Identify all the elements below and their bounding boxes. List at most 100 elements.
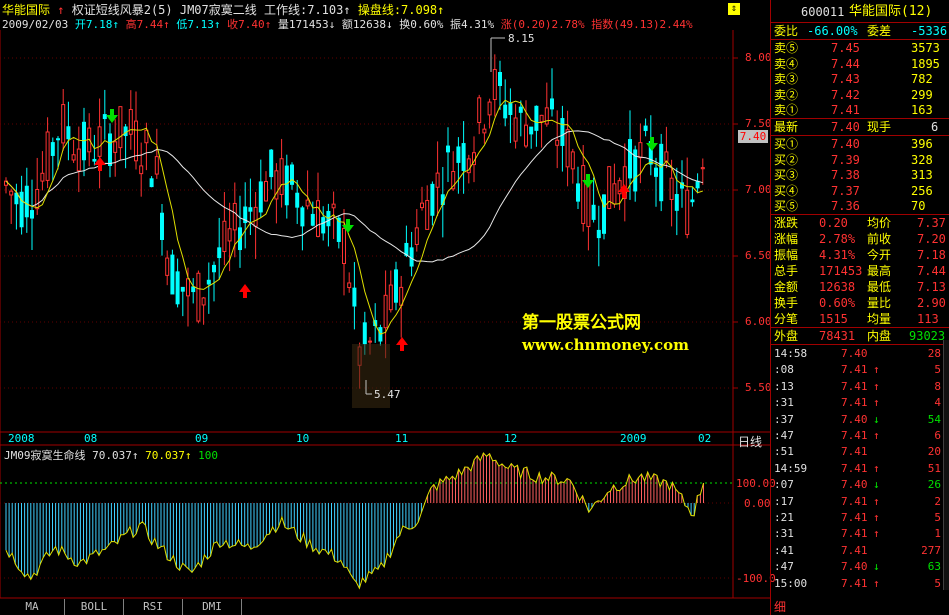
candle-body xyxy=(383,294,388,329)
tick-arrow-icon: ↑ xyxy=(873,576,880,590)
tab-dmi[interactable]: DMI xyxy=(183,599,242,615)
stat-value: 7.37 xyxy=(917,216,946,230)
tick-price: 7.41 xyxy=(841,429,868,442)
candle-body xyxy=(316,200,320,237)
bid-label: 买③ xyxy=(774,168,799,183)
tab-rsi[interactable]: RSI xyxy=(124,599,183,615)
ask-price: 7.45 xyxy=(831,41,860,55)
ask-row[interactable]: 卖① 7.41 163 xyxy=(771,102,949,118)
ask-price: 7.43 xyxy=(831,72,860,87)
candle-body xyxy=(66,126,71,140)
candle-body xyxy=(430,183,435,216)
bid-volume: 396 xyxy=(911,137,933,151)
bid-row[interactable]: 买⑤ 7.36 70 xyxy=(771,198,949,214)
tick-time: :13 xyxy=(774,379,794,393)
tick-price: 7.41 xyxy=(841,494,868,508)
tick-row: :41 7.41 277 xyxy=(771,543,949,559)
tab-ma[interactable]: MA xyxy=(0,599,65,615)
stat-value: 4.31% xyxy=(819,248,856,262)
candle-body xyxy=(160,212,164,240)
stat-row: 振幅 4.31% 今开 7.18 xyxy=(771,247,949,263)
tick-row: :47 7.40 ↓ 63 xyxy=(771,559,949,575)
tick-row: :07 7.40 ↓ 26 xyxy=(771,477,949,493)
ask-row[interactable]: 卖③ 7.43 782 xyxy=(771,71,949,87)
price-tick-550: 5.50 xyxy=(745,381,772,394)
candle-body xyxy=(596,229,601,239)
candle-body xyxy=(56,138,60,141)
period-label[interactable]: 日线 xyxy=(738,433,762,450)
candle-body xyxy=(154,156,159,175)
ask-label: 卖③ xyxy=(774,72,799,87)
tick-volume: 20 xyxy=(927,445,941,459)
buy-signal-arrow-icon xyxy=(396,337,408,351)
tick-row: :17 7.41 ↑ 2 xyxy=(771,494,949,510)
ask-row[interactable]: 卖④ 7.44 1895 xyxy=(771,56,949,72)
time-tick: 08 xyxy=(84,432,98,445)
candle-body xyxy=(503,104,508,119)
stat-value: 171453 xyxy=(819,264,863,278)
ask-label: 卖⑤ xyxy=(774,41,799,55)
sub-indicator-title[interactable]: JM09寂寞生命线 xyxy=(4,449,86,462)
candle-body xyxy=(612,183,617,205)
sub-indicator-v1: 70.037↑ xyxy=(92,449,139,462)
candle-body xyxy=(45,131,50,181)
tick-volume: 5 xyxy=(934,576,941,590)
quote-title-row: 600011 华能国际(12) xyxy=(771,4,949,20)
tick-arrow-icon: ↑ xyxy=(873,461,880,475)
tick-arrow-icon: ↑ xyxy=(873,527,880,541)
candle-body xyxy=(180,286,185,292)
tick-volume: 26 xyxy=(927,478,941,492)
tick-scrollbar[interactable] xyxy=(943,340,949,590)
candle-body xyxy=(206,279,211,285)
stat-value: 7.44 xyxy=(917,264,946,278)
chart-area[interactable]: 华能国际 ↑ 权证短线风暴2(5) JM07寂寞二线 工作线:7.103↑ 操盘… xyxy=(0,0,776,615)
stat-label: 金额 xyxy=(774,280,799,294)
kline-chart[interactable]: 8.15 5.47 xyxy=(0,0,770,615)
price-tick-600: 6.00 xyxy=(745,315,772,328)
candle-body xyxy=(456,146,461,163)
stat-value: 0.60% xyxy=(819,296,856,310)
stat-value: 1515 xyxy=(819,312,848,326)
tick-price: 7.41 xyxy=(841,396,868,410)
stat-value: 113 xyxy=(917,312,939,326)
bid-row[interactable]: 买① 7.40 396 xyxy=(771,136,949,152)
stat-label: 最高 xyxy=(867,264,892,278)
time-tick: 2008 xyxy=(8,432,35,445)
tick-time: :37 xyxy=(774,412,794,426)
candle-body xyxy=(550,98,554,110)
latest-row: 最新 7.40 现手 6 xyxy=(774,120,939,134)
ask-row[interactable]: 卖⑤ 7.45 3573 xyxy=(771,40,949,56)
high-annotation: 8.15 xyxy=(508,32,535,45)
bid-volume: 313 xyxy=(911,168,933,183)
tick-row: 15:00 7.41 ↑ 5 xyxy=(771,576,949,592)
tick-time: :31 xyxy=(774,396,794,410)
stat-label: 换手 xyxy=(774,296,799,310)
tick-volume: 277 xyxy=(921,543,941,557)
candle-body xyxy=(331,203,336,209)
candle-body xyxy=(576,183,580,202)
candle-body xyxy=(565,129,570,168)
candle-body xyxy=(414,227,419,245)
bid-volume: 328 xyxy=(911,152,933,167)
tab-boll[interactable]: BOLL xyxy=(65,599,124,615)
candle-body xyxy=(638,142,643,159)
tick-volume: 4 xyxy=(934,396,941,410)
stat-label: 均价 xyxy=(867,216,892,230)
tick-volume: 5 xyxy=(934,511,941,524)
candle-body xyxy=(113,141,118,153)
stat-row: 金额 12638 最低 7.13 xyxy=(771,279,949,295)
candle-body xyxy=(518,106,523,113)
ask-price: 7.42 xyxy=(831,87,860,102)
detail-tab[interactable]: 细 xyxy=(774,598,786,615)
price-tick-700: 7.00 xyxy=(745,183,772,196)
candle-body xyxy=(435,172,440,188)
current-price-marker: 7.40 xyxy=(738,130,768,143)
bid-row[interactable]: 买③ 7.38 313 xyxy=(771,167,949,183)
candle-body xyxy=(175,271,180,305)
bid-row[interactable]: 买④ 7.37 256 xyxy=(771,183,949,199)
candle-body xyxy=(102,114,107,120)
stat-label: 涨幅 xyxy=(774,232,799,246)
bid-row[interactable]: 买② 7.39 328 xyxy=(771,152,949,168)
candle-body xyxy=(248,207,253,212)
ask-row[interactable]: 卖② 7.42 299 xyxy=(771,87,949,103)
